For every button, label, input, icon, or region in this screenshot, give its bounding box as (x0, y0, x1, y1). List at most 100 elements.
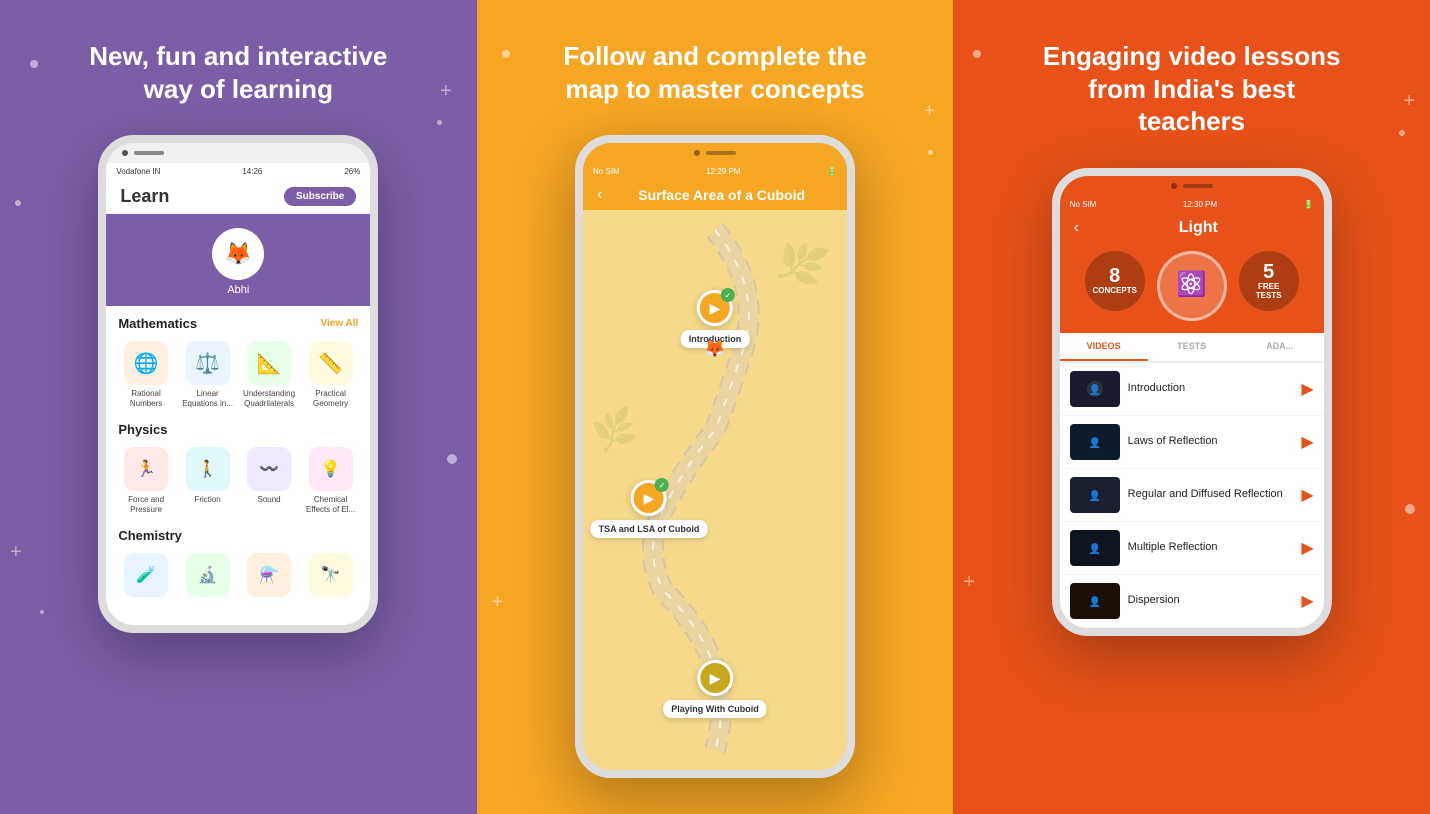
phone-3-status: No SIM 12:30 PM 🔋 (1060, 196, 1324, 213)
panel-learning: + + New, fun and interactive way of lear… (0, 0, 477, 814)
subject-sound[interactable]: 〰️ Sound (241, 447, 297, 514)
video-title-dispersion: Dispersion (1128, 593, 1294, 607)
badge-tests-num: 5 (1263, 262, 1274, 282)
chemistry-grid: 🧪 🔬 ⚗️ 🔭 (118, 553, 358, 601)
map-node-playing[interactable]: ▶ Playing With Cuboid (663, 660, 766, 718)
friction-label: Friction (194, 495, 220, 505)
video-title-multiple: Multiple Reflection (1128, 540, 1294, 554)
video-thumb-laws: 👤 (1070, 424, 1120, 460)
badge-center-icon: ⚛️ (1157, 251, 1227, 321)
subject-linear-equations[interactable]: ⚖️ Linear Equations in... (180, 341, 236, 408)
svg-text:👤: 👤 (1088, 542, 1100, 555)
video-item-dispersion[interactable]: 👤 Dispersion ▶ (1060, 575, 1324, 628)
carrier-label: Vodafone IN (116, 167, 160, 176)
badge-concepts[interactable]: 8 CONCEPTS (1085, 251, 1145, 311)
video-title-laws: Laws of Reflection (1128, 434, 1294, 448)
video-item-multiple[interactable]: 👤 Multiple Reflection ▶ (1060, 522, 1324, 575)
badge-concepts-num: 8 (1109, 266, 1120, 286)
chem-icon-3: ⚗️ (247, 553, 291, 597)
avatar: 🦊 (212, 228, 264, 280)
checkmark-tsa: ✓ (655, 478, 669, 492)
phone-3: No SIM 12:30 PM 🔋 ‹ Light 8 CONCEPTS ⚛️ … (1052, 168, 1332, 636)
play-icon-introduction[interactable]: ▶ (1301, 379, 1313, 399)
chem-item-4[interactable]: 🔭 (303, 553, 359, 601)
practical-geometry-icon: 📏 (309, 341, 353, 385)
phone-3-header: ‹ Light (1060, 213, 1324, 243)
battery-label: 26% (344, 167, 360, 176)
math-title: Mathematics (118, 316, 197, 331)
p3-time: 12:30 PM (1183, 200, 1217, 209)
chem-item-3[interactable]: ⚗️ (241, 553, 297, 601)
video-thumb-diffused: 👤 (1070, 477, 1120, 513)
force-pressure-icon: 🏃 (124, 447, 168, 491)
atom-icon: ⚛️ (1177, 270, 1207, 299)
chem-icon-2: 🔬 (186, 553, 230, 597)
p2-screen-title: Surface Area of a Cuboid (610, 187, 833, 203)
tab-tests[interactable]: TESTS (1148, 333, 1236, 361)
chemical-effects-icon: 💡 (309, 447, 353, 491)
map-node-introduction[interactable]: ▶ ✓ Introduction 🦊 (681, 290, 750, 348)
play-icon-laws[interactable]: ▶ (1301, 432, 1313, 452)
p3-carrier: No SIM (1070, 200, 1097, 209)
node-circle-playing: ▶ (697, 660, 733, 696)
rational-numbers-icon: 🌐 (124, 341, 168, 385)
phone-2-status: No SIM 12:29 PM 🔋 (583, 163, 847, 180)
panel-1-heading: New, fun and interactive way of learning (78, 40, 398, 105)
phone-2: No SIM 12:29 PM 🔋 ‹ Surface Area of a Cu… (575, 135, 855, 778)
subject-friction[interactable]: 🚶 Friction (180, 447, 236, 514)
avatar-section: 🦊 Abhi (106, 214, 370, 306)
fox-mascot: 🦊 (704, 338, 726, 359)
chem-item-2[interactable]: 🔬 (180, 553, 236, 601)
quadrilaterals-icon: 📐 (247, 341, 291, 385)
chemical-effects-label: Chemical Effects of El... (303, 495, 359, 514)
svg-text:👤: 👤 (1088, 436, 1100, 449)
p2-carrier: No SIM (593, 167, 620, 176)
badge-tests[interactable]: 5 FREE TESTS (1239, 251, 1299, 311)
math-grid: 🌐 Rational Numbers ⚖️ Linear Equations i… (118, 341, 358, 408)
chem-icon-4: 🔭 (309, 553, 353, 597)
tab-videos[interactable]: VIDEOS (1060, 333, 1148, 361)
subject-rational-numbers[interactable]: 🌐 Rational Numbers (118, 341, 174, 408)
subject-force-pressure[interactable]: 🏃 Force and Pressure (118, 447, 174, 514)
map-node-tsa[interactable]: ▶ ✓ TSA and LSA of Cuboid (591, 480, 708, 538)
p3-battery: 🔋 (1304, 200, 1314, 209)
p2-battery: 🔋 (827, 167, 837, 176)
video-title-diffused: Regular and Diffused Reflection (1128, 487, 1294, 501)
p2-time: 12:29 PM (706, 167, 740, 176)
chem-item-1[interactable]: 🧪 (118, 553, 174, 601)
subject-practical-geometry[interactable]: 📏 Practical Geometry (303, 341, 359, 408)
content-scroll: Mathematics View All 🌐 Rational Numbers … (106, 306, 370, 625)
chem-icon-1: 🧪 (124, 553, 168, 597)
play-icon-multiple[interactable]: ▶ (1301, 538, 1313, 558)
video-item-laws[interactable]: 👤 Laws of Reflection ▶ (1060, 416, 1324, 469)
node-circle-intro: ▶ ✓ (697, 290, 733, 326)
play-icon-diffused[interactable]: ▶ (1301, 485, 1313, 505)
badge-concepts-label: CONCEPTS (1092, 286, 1136, 295)
force-pressure-label: Force and Pressure (118, 495, 174, 514)
video-item-introduction[interactable]: 👤 Introduction ▶ (1060, 363, 1324, 416)
learn-title: Learn (120, 186, 169, 207)
quadrilaterals-label: Understanding Quadrilaterals (241, 389, 297, 408)
sound-label: Sound (258, 495, 281, 505)
tab-ada[interactable]: ADA... (1236, 333, 1324, 361)
sound-icon: 〰️ (247, 447, 291, 491)
friction-icon: 🚶 (186, 447, 230, 491)
subject-chemical-effects[interactable]: 💡 Chemical Effects of El... (303, 447, 359, 514)
back-button-p2[interactable]: ‹ (597, 186, 602, 204)
subscribe-button[interactable]: Subscribe (284, 187, 356, 206)
back-button-p3[interactable]: ‹ (1074, 219, 1079, 237)
phone-1-header: Learn Subscribe (106, 180, 370, 214)
math-section-header: Mathematics View All (118, 316, 358, 331)
checkmark-intro: ✓ (721, 288, 735, 302)
chemistry-section-header: Chemistry (118, 528, 358, 543)
video-item-diffused[interactable]: 👤 Regular and Diffused Reflection ▶ (1060, 469, 1324, 522)
node-circle-tsa: ▶ ✓ (631, 480, 667, 516)
subject-quadrilaterals[interactable]: 📐 Understanding Quadrilaterals (241, 341, 297, 408)
physics-section-header: Physics (118, 422, 358, 437)
physics-grid: 🏃 Force and Pressure 🚶 Friction 〰️ Sound… (118, 447, 358, 514)
video-thumb-multiple: 👤 (1070, 530, 1120, 566)
video-list: 👤 Introduction ▶ 👤 Laws of Reflection ▶ (1060, 363, 1324, 628)
svg-text:👤: 👤 (1088, 383, 1100, 396)
view-all-math[interactable]: View All (321, 318, 359, 329)
play-icon-dispersion[interactable]: ▶ (1301, 591, 1313, 611)
